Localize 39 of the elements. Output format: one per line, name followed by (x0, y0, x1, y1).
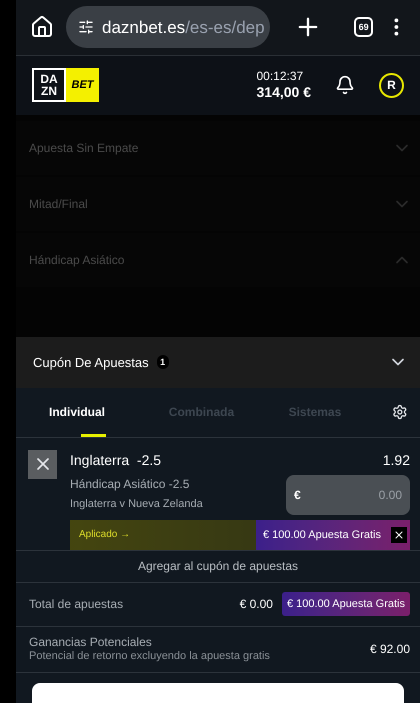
notifications-icon[interactable] (335, 75, 355, 96)
logo-text: BET (72, 78, 94, 93)
market-name: Apuesta Sin Empate (29, 140, 138, 157)
remove-freebet-button[interactable] (391, 526, 407, 543)
logo-text: DA (40, 73, 58, 86)
betslip-tab[interactable]: Individual (33, 388, 153, 437)
remove-selection-button[interactable] (28, 450, 57, 479)
close-icon (393, 528, 405, 541)
total-label: Total de apuestas (29, 596, 124, 614)
total-value: € 0.00 (240, 596, 273, 614)
url-text: daznbet.es/es-es/dep (102, 16, 265, 38)
tab-count-button[interactable]: 69 (354, 17, 374, 38)
address-bar[interactable]: daznbet.es/es-es/dep (66, 6, 270, 48)
betslip-header[interactable]: Cupón De Apuestas 1 (16, 336, 420, 388)
home-icon[interactable] (30, 15, 54, 40)
applied-label: Aplicado → (79, 528, 130, 542)
add-to-betslip-link[interactable]: Agregar al cupón de apuestas (138, 557, 298, 576)
returns-value: € 92.00 (370, 641, 410, 658)
market-label: Hándicap Asiático -2.5 (70, 476, 190, 493)
market-name: Hándicap Asiático (29, 252, 124, 269)
stake-field[interactable]: € 0.00 (286, 474, 410, 515)
returns-note: Potencial de retorno excluyendo la apuesta gratis (29, 649, 270, 664)
event-name: Inglaterra v Nueva Zelanda (70, 496, 203, 512)
freebet-amount: € 100.00 Apuesta Gratis (262, 528, 381, 543)
returns-label: Ganancias Potenciales (29, 635, 153, 650)
stake-input[interactable]: 0.00 (300, 486, 402, 504)
account-avatar[interactable]: R (379, 72, 404, 98)
betslip-title: Cupón De Apuestas (33, 354, 149, 372)
odds: 1.92 (382, 450, 410, 470)
session-timer: 00:12:37 (256, 68, 304, 84)
currency-symbol: € (294, 486, 301, 504)
site-settings-icon (78, 19, 94, 36)
count-badge: 1 (156, 355, 169, 370)
freebet-tag: € 100.00 Apuesta Gratis (282, 592, 410, 616)
market-name: Mitad/Final (29, 196, 88, 213)
selection-name: Inglaterra -2.5 (70, 450, 162, 470)
logo-text: ZN (41, 85, 57, 98)
settings-icon[interactable] (392, 404, 408, 420)
balance: 314,00 € (256, 84, 311, 102)
